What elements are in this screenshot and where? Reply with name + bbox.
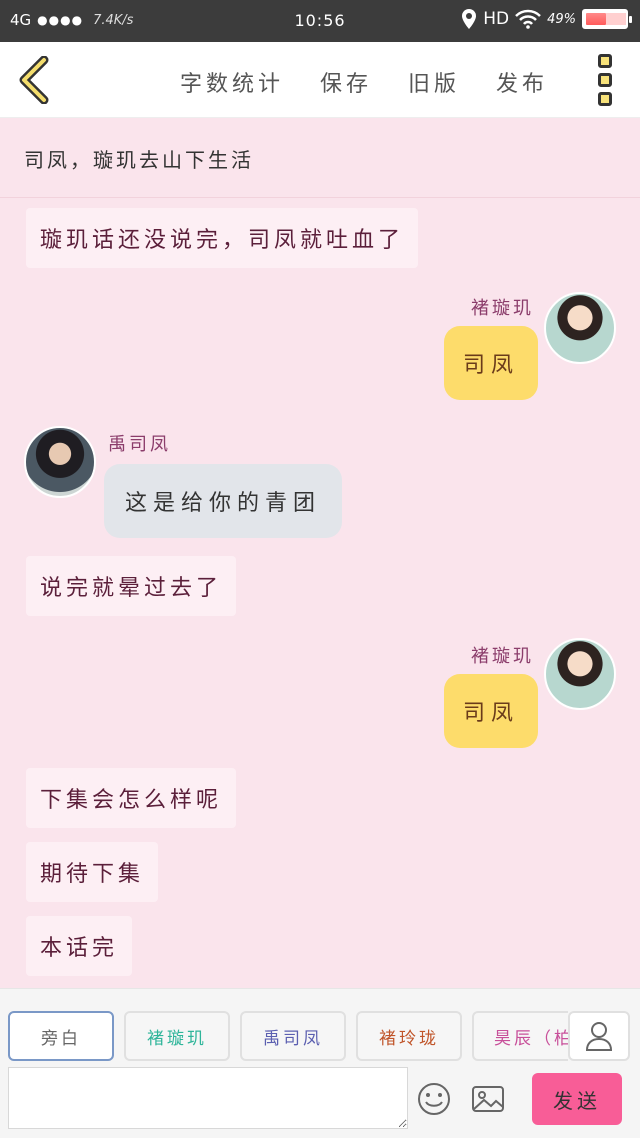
- role-selector[interactable]: 旁白 褚璇玑 禹司凤 褚玲珑 昊辰（柏麟: [8, 1011, 568, 1065]
- hd-badge: HD: [483, 9, 510, 29]
- battery-empty: [606, 13, 626, 25]
- speaker-name: 褚璇玑: [471, 646, 534, 667]
- role-tab[interactable]: 昊辰（柏麟: [472, 1011, 568, 1061]
- role-tab[interactable]: 褚璇玑: [124, 1011, 230, 1061]
- save-button[interactable]: 保存: [320, 66, 372, 98]
- add-role-button[interactable]: [568, 1011, 630, 1061]
- narration-message[interactable]: 期待下集: [26, 842, 159, 902]
- role-label: 褚玲珑: [379, 1028, 439, 1049]
- narration-message[interactable]: 说完就晕过去了: [26, 556, 237, 616]
- old-version-button[interactable]: 旧版: [408, 66, 460, 98]
- role-label: 禹司凤: [263, 1028, 323, 1049]
- avatar[interactable]: [544, 638, 616, 710]
- battery-percent: 49%: [547, 11, 576, 27]
- avatar[interactable]: [24, 426, 96, 498]
- battery-icon: [582, 9, 632, 29]
- chat-bubble-left[interactable]: 这是给你的青团: [104, 464, 342, 538]
- back-icon[interactable]: [16, 56, 52, 104]
- speaker-name: 褚璇玑: [471, 298, 534, 319]
- menu-dot: [598, 92, 612, 106]
- emoji-icon[interactable]: [416, 1081, 452, 1117]
- narration-message[interactable]: 下集会怎么样呢: [26, 768, 237, 828]
- image-icon[interactable]: [470, 1081, 506, 1117]
- editor-toolbar: 字数统计 保存 旧版 发布: [0, 42, 640, 118]
- speaker-name: 禹司凤: [108, 434, 171, 455]
- status-bar: 4G ●●●● 7.4K/s 10:56 HD 49%: [0, 0, 640, 42]
- narration-message[interactable]: 璇玑话还没说完，司凤就吐血了: [26, 208, 419, 268]
- send-button[interactable]: 发送: [532, 1073, 622, 1125]
- chat-bubble-right[interactable]: 司凤: [444, 674, 538, 748]
- role-label: 褚璇玑: [147, 1028, 207, 1049]
- chapter-title[interactable]: 司凤，璇玑去山下生活: [0, 118, 640, 198]
- role-tab[interactable]: 褚玲珑: [356, 1011, 462, 1061]
- message-input[interactable]: [8, 1067, 408, 1129]
- composer-panel: 旁白 褚璇玑 禹司凤 褚玲珑 昊辰（柏麟 发送: [0, 988, 640, 1138]
- toolbar-actions: 字数统计 保存 旧版 发布: [180, 66, 548, 98]
- status-right: HD 49%: [461, 8, 632, 30]
- chat-area[interactable]: 司凤，璇玑去山下生活 璇玑话还没说完，司凤就吐血了 褚璇玑 司凤 禹司凤 这是给…: [0, 118, 640, 988]
- person-icon: [585, 1022, 613, 1051]
- more-menu-icon[interactable]: [598, 54, 620, 106]
- avatar[interactable]: [544, 292, 616, 364]
- role-label: 昊辰（柏麟: [494, 1028, 568, 1049]
- wifi-icon: [515, 9, 541, 29]
- location-icon: [462, 9, 477, 29]
- menu-dot: [598, 73, 612, 87]
- chat-bubble-right[interactable]: 司凤: [444, 326, 538, 400]
- menu-dot: [598, 54, 612, 68]
- role-tab[interactable]: 禹司凤: [240, 1011, 346, 1061]
- role-tab-narrator[interactable]: 旁白: [8, 1011, 114, 1061]
- publish-button[interactable]: 发布: [496, 66, 548, 98]
- word-count-button[interactable]: 字数统计: [180, 66, 284, 98]
- narration-message[interactable]: 本话完: [26, 916, 133, 976]
- role-label: 旁白: [41, 1028, 81, 1049]
- battery-fill: [586, 13, 606, 25]
